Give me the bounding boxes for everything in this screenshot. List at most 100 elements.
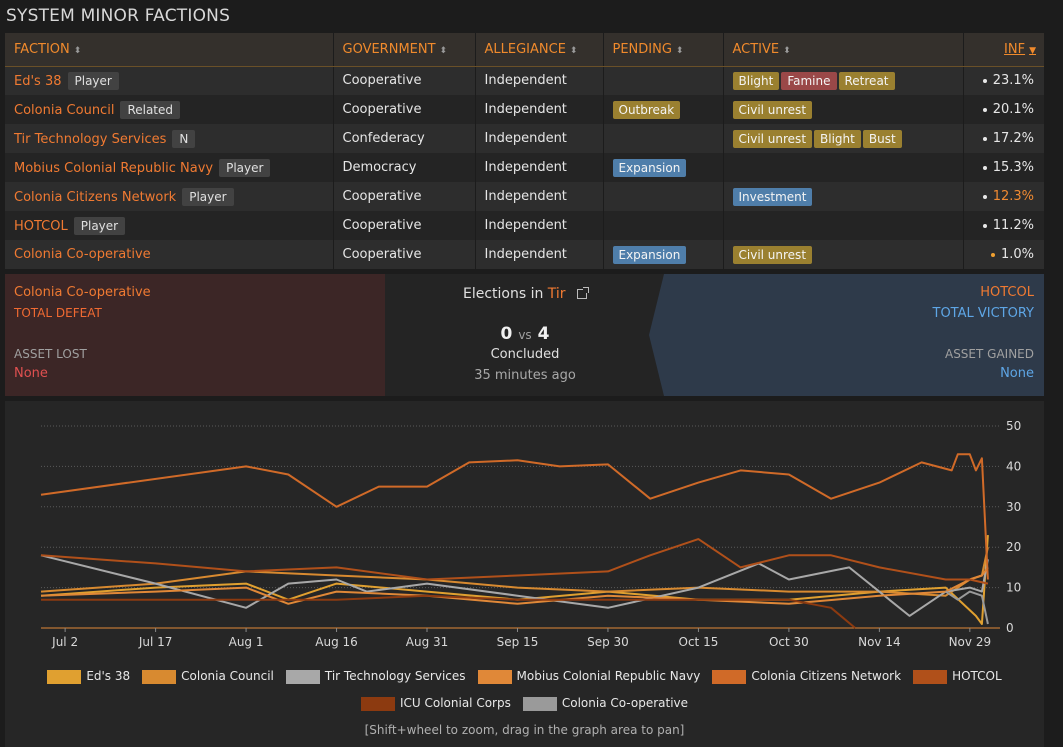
legend-swatch	[522, 696, 557, 711]
y-tick-label: 30	[1006, 500, 1021, 514]
column-header-pending[interactable]: PENDING ⬍	[603, 33, 724, 67]
legend-item[interactable]: Colonia Citizens Network	[712, 669, 901, 684]
y-tick-label: 40	[1006, 459, 1021, 473]
column-header-active[interactable]: ACTIVE ⬍	[723, 33, 964, 67]
faction-cell: Ed's 38 Player	[5, 66, 334, 95]
legend-item[interactable]: ICU Colonial Corps	[360, 696, 511, 711]
table-row[interactable]: Ed's 38 Player Cooperative Independent Bligh…	[5, 66, 1044, 95]
faction-name-link[interactable]: Mobius Colonial Republic Navy	[14, 161, 213, 176]
government-cell: Democracy	[333, 153, 476, 182]
winner-faction-name[interactable]: HOTCOL	[980, 285, 1034, 300]
pending-states-cell: Expansion	[603, 240, 724, 269]
faction-tag-badge: Player	[219, 158, 271, 177]
faction-cell: Colonia Citizens Network Player	[5, 182, 334, 211]
legend-item[interactable]: Colonia Co-operative	[522, 696, 688, 711]
score-right: 4	[537, 324, 550, 344]
government-cell: Cooperative	[333, 182, 476, 211]
influence-chart-panel[interactable]: 0 10 20 30 40 50 Jul 2 Jul 17 Aug 1 Aug 16 Aug 31 S…	[5, 401, 1044, 747]
external-link-icon[interactable]	[577, 287, 590, 299]
legend-item[interactable]: Colonia Council	[142, 669, 274, 684]
influence-cell: 1.0%	[963, 240, 1044, 269]
pending-states-cell	[603, 124, 724, 153]
allegiance-cell: Independent	[475, 182, 604, 211]
column-header-government[interactable]: GOVERNMENT ⬍	[333, 33, 476, 67]
column-header-label: GOVERNMENT	[342, 41, 436, 57]
faction-name-link[interactable]: HOTCOL	[14, 219, 68, 234]
column-header-label: FACTION	[14, 41, 70, 57]
faction-cell: Colonia Co-operative	[5, 240, 334, 269]
legend-item[interactable]: Ed's 38	[47, 669, 130, 684]
legend-item[interactable]: Tir Technology Services	[285, 669, 466, 684]
influence-value: 1.0%	[1000, 247, 1034, 262]
loser-faction-name[interactable]: Colonia Co-operative	[14, 285, 151, 300]
conflict-time: 35 minutes ago	[474, 368, 576, 383]
series-line	[40, 546, 989, 597]
legend-label: Colonia Citizens Network	[751, 669, 902, 683]
table-row[interactable]: Mobius Colonial Republic Navy Player Democ…	[5, 153, 1044, 182]
state-badge: Civil unrest	[732, 100, 813, 119]
faction-tag-badge: Player	[73, 216, 126, 235]
sort-icon: ⬍	[439, 45, 448, 56]
government-cell: Confederacy	[333, 124, 476, 153]
table-row[interactable]: HOTCOL Player Cooperative Independent 11.2%	[5, 211, 1044, 240]
column-header-faction[interactable]: FACTION ⬍	[5, 33, 334, 67]
state-badge: Blight	[814, 129, 861, 148]
state-badge: Expansion	[612, 245, 687, 264]
x-tick-label: Aug 1	[229, 635, 264, 649]
faction-name-link[interactable]: Colonia Citizens Network	[14, 190, 176, 205]
score-left: 0	[500, 324, 513, 344]
table-row[interactable]: Colonia Council Related Cooperative Indepen…	[5, 95, 1044, 124]
faction-name-link[interactable]: Ed's 38	[14, 74, 62, 89]
faction-name-link[interactable]: Tir Technology Services	[14, 132, 166, 147]
influence-chart[interactable]: 0 10 20 30 40 50 Jul 2 Jul 17 Aug 1 Aug 16 Aug 31 S…	[5, 401, 1044, 663]
government-cell: Cooperative	[333, 95, 476, 124]
legend-item[interactable]: HOTCOL	[913, 669, 1002, 684]
influence-cell: 17.2%	[963, 124, 1044, 153]
y-tick-label: 20	[1006, 540, 1021, 554]
pending-states-cell	[603, 211, 724, 240]
column-header-allegiance[interactable]: ALLEGIANCE ⬍	[475, 33, 604, 67]
legend-item[interactable]: Mobius Colonial Republic Navy	[477, 669, 700, 684]
faction-tag-badge: Related	[120, 100, 181, 119]
faction-tag-badge: N	[172, 129, 196, 148]
y-tick-label: 50	[1006, 419, 1021, 433]
influence-cell: 11.2%	[963, 211, 1044, 240]
series-line	[41, 594, 856, 629]
table-row[interactable]: Colonia Co-operative Cooperative Independe…	[5, 240, 1044, 269]
table-row[interactable]: Colonia Citizens Network Player Cooperativ…	[5, 182, 1044, 211]
table-row[interactable]: Tir Technology Services N Confederacy Indep…	[5, 124, 1044, 153]
conflict-system-link[interactable]: Tir	[548, 286, 566, 302]
series-line	[40, 538, 989, 585]
state-badge: Civil unrest	[732, 245, 813, 264]
asset-lost-value: None	[14, 366, 48, 381]
conflict-panel: Colonia Co-operative TOTAL DEFEAT ASSET …	[5, 274, 1044, 396]
x-tick-label: Aug 31	[406, 635, 449, 649]
x-tick-label: Jul 2	[51, 635, 78, 649]
conflict-score: 0 vs 4	[385, 324, 665, 344]
faction-cell: Colonia Council Related	[5, 95, 334, 124]
conflict-title-prefix: Elections in	[462, 286, 544, 302]
bullet-icon	[982, 165, 987, 170]
bullet-icon	[982, 136, 987, 141]
sort-icon: ⬍	[569, 45, 578, 56]
legend-swatch	[47, 669, 82, 684]
influence-value: 12.3%	[992, 189, 1034, 204]
government-cell: Cooperative	[333, 66, 476, 95]
loser-result: TOTAL DEFEAT	[14, 306, 102, 320]
state-badge: Investment	[732, 187, 813, 206]
faction-name-link[interactable]: Colonia Council	[14, 103, 114, 118]
allegiance-cell: Independent	[475, 153, 604, 182]
legend-label: Tir Technology Services	[324, 669, 466, 683]
asset-lost-label: ASSET LOST	[14, 347, 87, 361]
legend-swatch	[712, 669, 747, 684]
allegiance-cell: Independent	[475, 211, 604, 240]
score-vs: vs	[518, 328, 532, 342]
pending-states-cell: Outbreak	[603, 95, 724, 124]
y-tick-label: 10	[1006, 581, 1021, 595]
legend-label: Ed's 38	[86, 669, 131, 683]
x-tick-label: Oct 15	[679, 635, 719, 649]
faction-name-link[interactable]: Colonia Co-operative	[14, 247, 151, 262]
column-header-inf[interactable]: INF ▼	[963, 33, 1044, 67]
allegiance-cell: Independent	[475, 124, 604, 153]
x-tick-label: Oct 30	[769, 635, 809, 649]
